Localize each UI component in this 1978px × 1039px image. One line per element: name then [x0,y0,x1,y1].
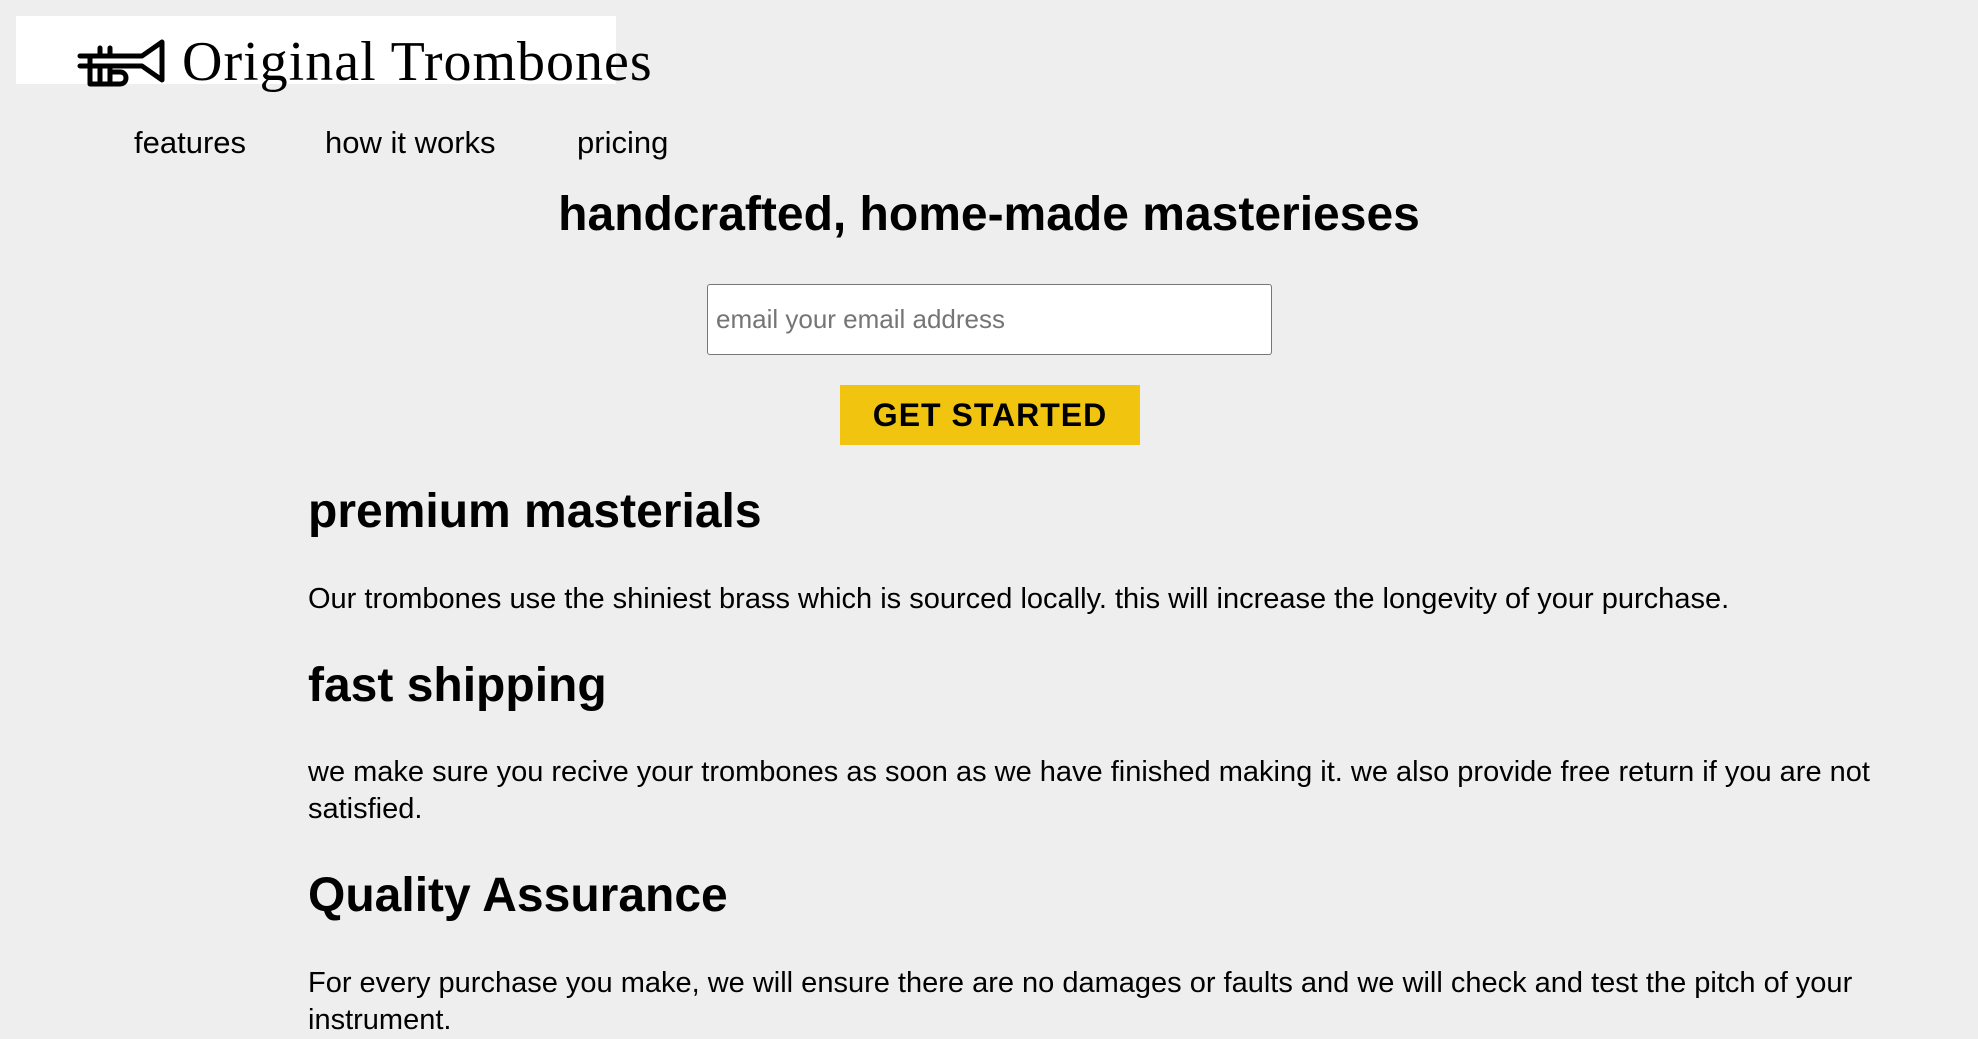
feature-title: fast shipping [308,659,607,712]
feature-description: we make sure you recive your trombones a… [308,756,1870,825]
email-input[interactable] [707,284,1272,355]
hero-title: handcrafted, home-made masterieses [558,188,1420,241]
feature-title: Quality Assurance [308,869,728,922]
feature-description: For every purchase you make, we will ens… [308,967,1853,1036]
nav-link-pricing[interactable]: pricing [577,118,668,168]
trombone-icon [77,39,165,87]
nav-link-features[interactable]: features [134,118,246,168]
logo[interactable]: Original Trombones [16,16,652,93]
main-nav: features how it works pricing [0,118,1978,168]
nav-link-how-it-works[interactable]: how it works [325,118,496,168]
feature-description: Our trombones use the shiniest brass whi… [308,583,1730,615]
get-started-button[interactable]: GET STARTED [840,385,1140,445]
feature-title: premium masterials [308,485,762,538]
brand-name: Original Trombones [182,31,653,93]
